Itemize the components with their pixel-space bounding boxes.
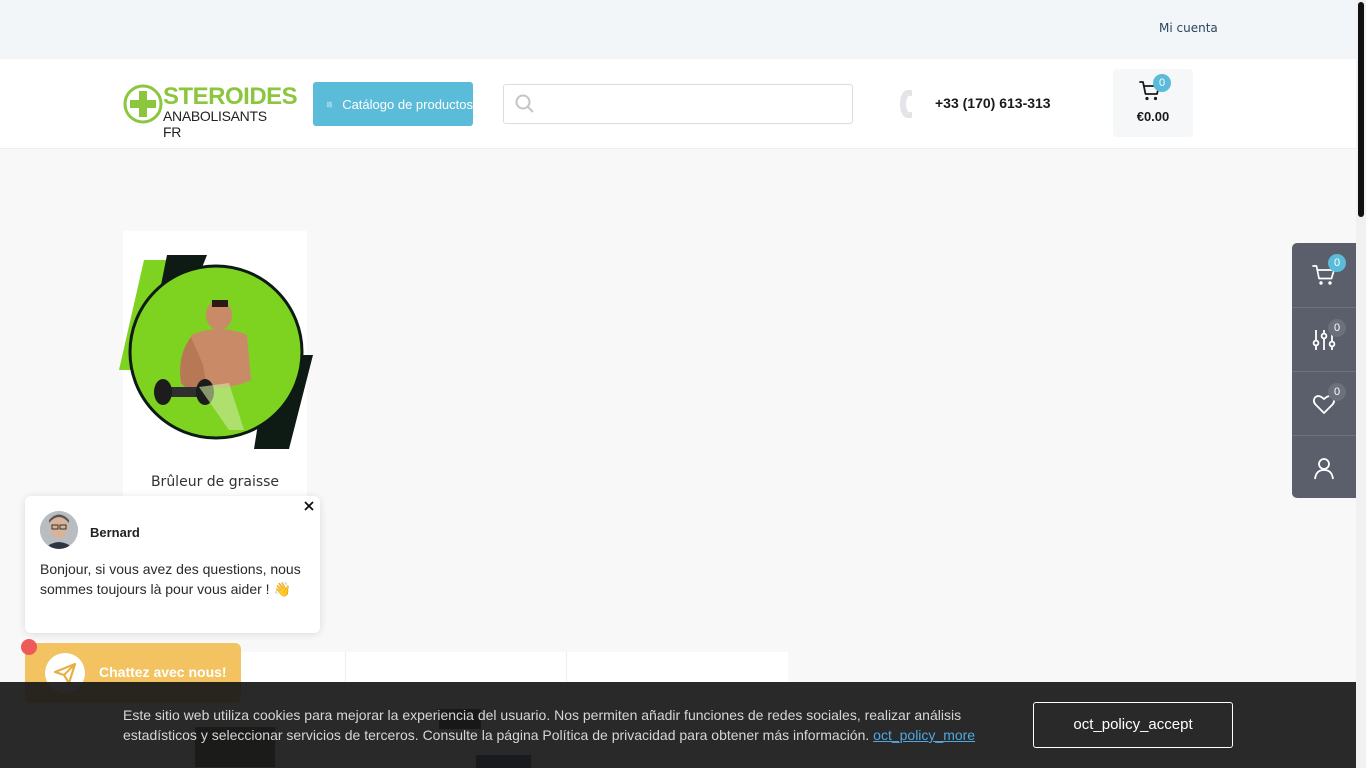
agent-avatar	[40, 511, 78, 549]
my-account-link[interactable]: Mi cuenta	[1159, 21, 1218, 35]
plus-cross-icon	[123, 84, 163, 124]
category-label: Brûleur de graisse	[150, 474, 280, 490]
side-account-button[interactable]	[1292, 435, 1356, 499]
category-image	[119, 255, 313, 449]
cookie-text: Este sitio web utiliza cookies para mejo…	[123, 707, 962, 743]
cart-count-badge: 0	[1153, 74, 1171, 92]
header-cart[interactable]: 0 €0.00	[1113, 69, 1193, 137]
side-compare-button[interactable]: 0	[1292, 307, 1356, 371]
scrollbar-thumb[interactable]	[1358, 2, 1364, 217]
side-cart-count: 0	[1328, 254, 1346, 272]
cookie-text-block: Este sitio web utiliza cookies para mejo…	[123, 705, 1003, 745]
catalog-button-label: Catálogo de productos	[342, 96, 473, 112]
search-box	[503, 84, 853, 124]
side-wishlist-count: 0	[1328, 383, 1346, 401]
phone-icon	[900, 90, 912, 118]
cookie-banner: Este sitio web utiliza cookies para mejo…	[0, 682, 1356, 768]
close-icon[interactable]	[302, 499, 316, 513]
chat-popup: Bernard Bonjour, si vous avez des questi…	[25, 496, 320, 633]
category-card[interactable]: Brûleur de graisse	[119, 231, 313, 506]
cookie-accept-button[interactable]: oct_policy_accept	[1033, 702, 1233, 748]
page-scrollbar[interactable]	[1356, 0, 1366, 768]
chat-button-label: Chattez avec nous!	[99, 664, 227, 680]
side-cart-button[interactable]: 0	[1292, 243, 1356, 307]
cart-total: €0.00	[1136, 109, 1170, 124]
agent-name: Bernard	[90, 525, 140, 540]
grid-icon	[327, 101, 333, 107]
logo-title: STEROIDES	[163, 83, 298, 110]
top-bar: Mi cuenta	[0, 0, 1356, 59]
search-icon[interactable]	[515, 94, 535, 114]
side-panel: 0 0 0	[1292, 243, 1356, 498]
catalog-button[interactable]: Catálogo de productos	[313, 82, 473, 126]
notification-dot	[21, 639, 37, 655]
chat-message: Bonjour, si vous avez des questions, nou…	[40, 561, 301, 597]
phone-number[interactable]: +33 (170) 613-313	[935, 95, 1051, 111]
search-input[interactable]	[544, 85, 844, 123]
site-header: STEROIDES ANABOLISANTS FR Catálogo de pr…	[0, 59, 1356, 149]
cookie-more-link[interactable]: oct_policy_more	[873, 727, 975, 743]
side-wishlist-button[interactable]: 0	[1292, 371, 1356, 435]
side-compare-count: 0	[1328, 319, 1346, 337]
site-logo[interactable]: STEROIDES ANABOLISANTS FR	[123, 83, 298, 140]
logo-subtitle: ANABOLISANTS FR	[163, 108, 267, 140]
user-icon	[1314, 458, 1334, 480]
